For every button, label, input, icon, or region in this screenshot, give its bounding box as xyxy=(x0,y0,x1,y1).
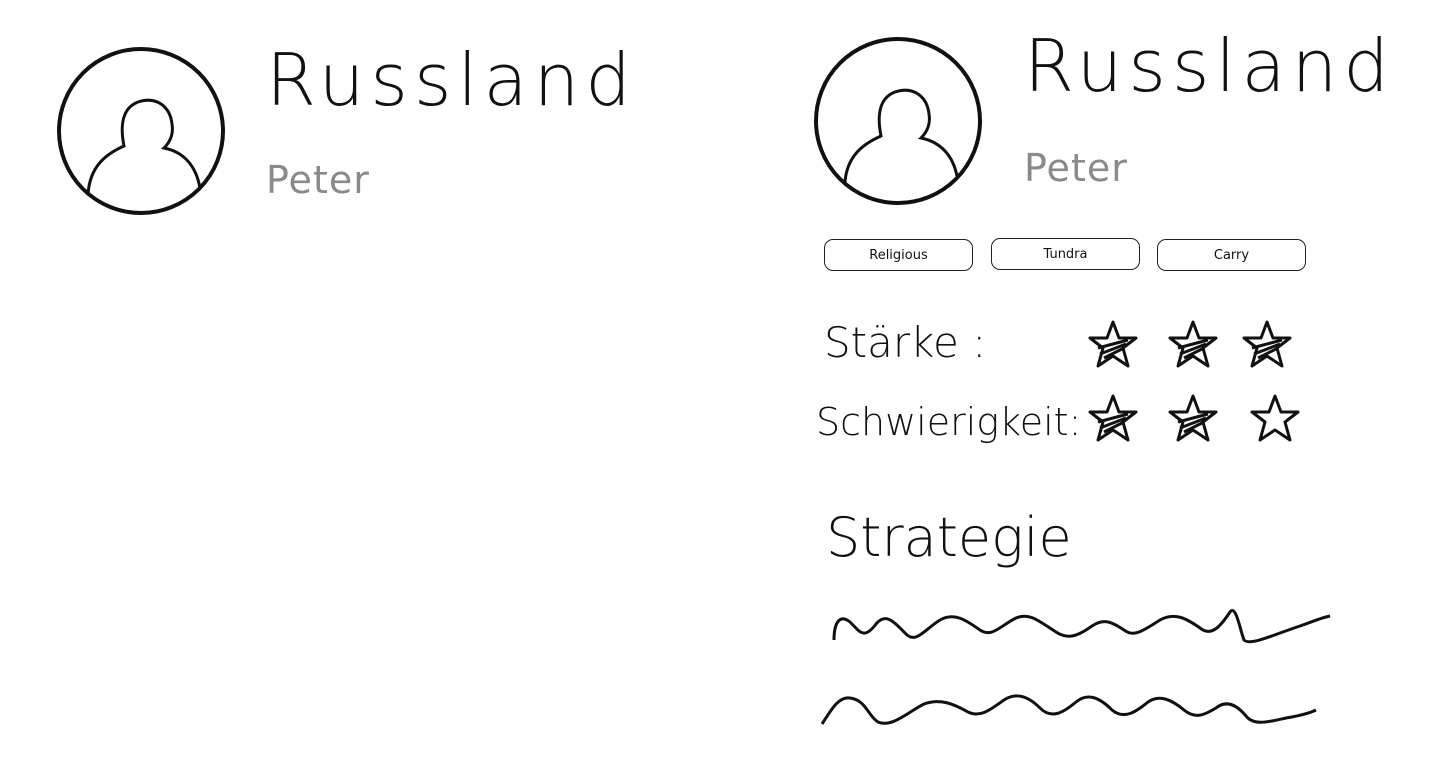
empty-star-icon[interactable] xyxy=(1248,392,1302,446)
player-name: Peter xyxy=(1024,146,1128,190)
strategy-title: Strategie xyxy=(826,506,1072,569)
tag-tundra[interactable]: Tundra xyxy=(991,238,1140,270)
filled-star-icon[interactable] xyxy=(1086,318,1140,372)
tag-carry[interactable]: Carry xyxy=(1157,239,1306,271)
filled-star-icon[interactable] xyxy=(1166,318,1220,372)
tag-religious[interactable]: Religious xyxy=(824,239,973,271)
filled-star-icon[interactable] xyxy=(1086,392,1140,446)
strategy-text-placeholder xyxy=(820,608,1331,725)
player-name: Peter xyxy=(266,158,370,202)
civ-card-right: Russland Peter Religious Tundra Carry St… xyxy=(700,0,1429,778)
user-avatar-icon[interactable] xyxy=(813,36,983,206)
filled-star-icon[interactable] xyxy=(1166,392,1220,446)
filled-star-icon[interactable] xyxy=(1240,318,1294,372)
stat-label-strength: Stärke : xyxy=(824,318,987,367)
stat-label-difficulty: Schwierigkeit: xyxy=(816,400,1082,444)
civilization-title: Russland xyxy=(1024,24,1395,108)
user-avatar-icon[interactable] xyxy=(56,46,226,216)
civilization-title: Russland xyxy=(266,38,637,122)
civ-card-left: Russland Peter xyxy=(0,0,700,778)
